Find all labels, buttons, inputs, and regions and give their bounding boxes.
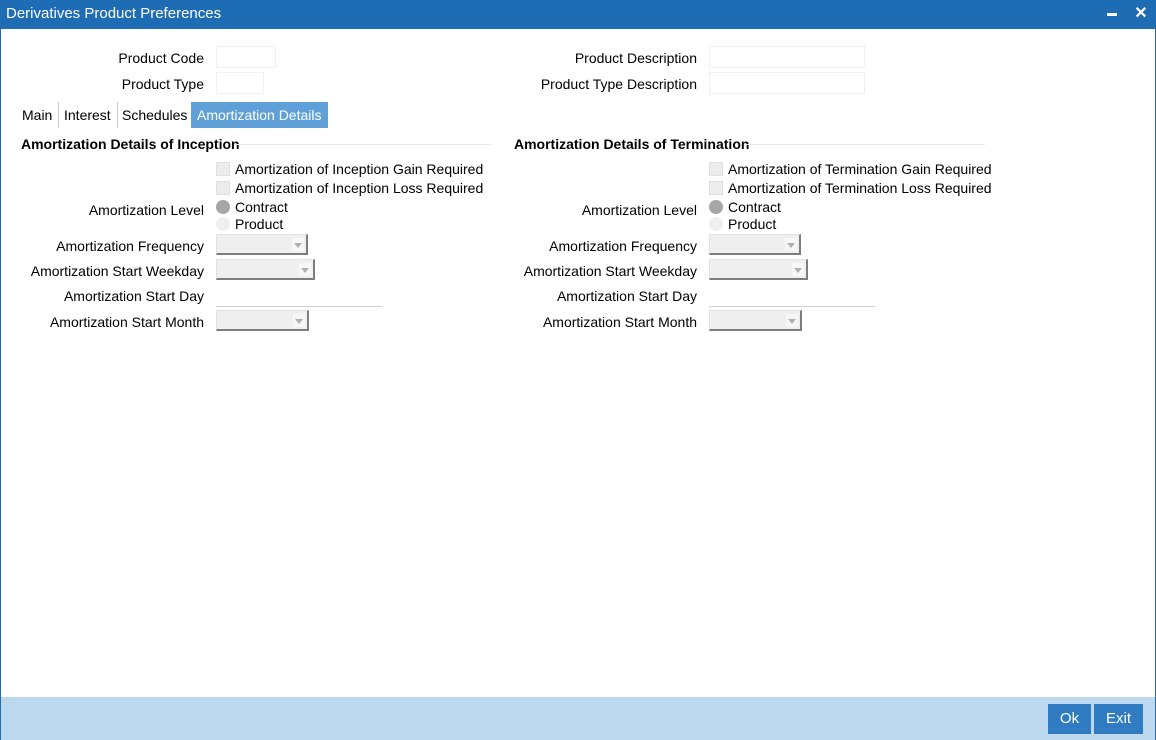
product-description-field[interactable] bbox=[709, 46, 865, 68]
product-type-description-label: Product Type Description bbox=[540, 76, 697, 92]
minimize-icon[interactable] bbox=[1102, 4, 1122, 24]
inception-start-month-label: Amortization Start Month bbox=[49, 314, 204, 330]
inception-start-weekday-select[interactable] bbox=[216, 259, 315, 280]
termination-frequency-label: Amortization Frequency bbox=[549, 238, 697, 254]
inception-frequency-label: Amortization Frequency bbox=[56, 238, 204, 254]
inception-start-month-select[interactable] bbox=[216, 310, 309, 331]
ok-button[interactable]: Ok bbox=[1048, 704, 1091, 734]
termination-gain-label: Amortization of Termination Gain Require… bbox=[728, 161, 992, 177]
inception-gain-label: Amortization of Inception Gain Required bbox=[235, 161, 484, 177]
close-icon[interactable]: ✕ bbox=[1131, 4, 1151, 24]
inception-frequency-select[interactable] bbox=[216, 234, 308, 255]
product-code-label: Product Code bbox=[118, 50, 204, 66]
termination-loss-label: Amortization of Termination Loss Require… bbox=[728, 180, 992, 196]
chevron-down-icon bbox=[292, 238, 304, 251]
product-description-label: Product Description bbox=[574, 50, 697, 66]
termination-level-contract-label: Contract bbox=[728, 199, 781, 215]
inception-level-contract-radio[interactable] bbox=[216, 200, 230, 214]
inception-section-title: Amortization Details of Inception bbox=[21, 136, 240, 152]
termination-start-day-label: Amortization Start Day bbox=[556, 288, 697, 304]
dialog-window: Derivatives Product Preferences ✕ Produc… bbox=[0, 0, 1156, 740]
inception-start-day-label: Amortization Start Day bbox=[63, 288, 204, 304]
termination-level-product-label: Product bbox=[728, 216, 777, 232]
termination-section-divider bbox=[745, 144, 985, 145]
window-title: Derivatives Product Preferences bbox=[6, 5, 222, 22]
termination-frequency-select[interactable] bbox=[709, 234, 801, 255]
termination-start-day-field[interactable] bbox=[709, 285, 875, 307]
inception-start-weekday-label: Amortization Start Weekday bbox=[30, 263, 204, 279]
inception-start-day-field[interactable] bbox=[216, 285, 382, 307]
inception-level-contract-label: Contract bbox=[235, 199, 288, 215]
footer-bar: Ok Exit bbox=[1, 697, 1155, 740]
tab-main[interactable]: Main bbox=[16, 102, 60, 128]
termination-section-title: Amortization Details of Termination bbox=[514, 136, 750, 152]
termination-loss-checkbox[interactable] bbox=[709, 181, 723, 195]
termination-start-weekday-label: Amortization Start Weekday bbox=[523, 263, 697, 279]
chevron-down-icon bbox=[299, 263, 311, 276]
product-code-field[interactable] bbox=[216, 46, 276, 68]
inception-section-divider bbox=[235, 144, 491, 145]
termination-start-month-label: Amortization Start Month bbox=[542, 314, 697, 330]
inception-loss-label: Amortization of Inception Loss Required bbox=[235, 180, 484, 196]
inception-level-product-label: Product bbox=[235, 216, 284, 232]
termination-gain-checkbox[interactable] bbox=[709, 162, 723, 176]
chevron-down-icon bbox=[786, 314, 798, 327]
chevron-down-icon bbox=[792, 263, 804, 276]
tab-interest[interactable]: Interest bbox=[58, 102, 118, 128]
inception-gain-checkbox[interactable] bbox=[216, 162, 230, 176]
product-type-field[interactable] bbox=[216, 72, 264, 94]
inception-level-product-radio[interactable] bbox=[216, 217, 230, 231]
inception-loss-checkbox[interactable] bbox=[216, 181, 230, 195]
termination-start-month-select[interactable] bbox=[709, 310, 802, 331]
product-type-label: Product Type bbox=[121, 76, 204, 92]
chevron-down-icon bbox=[785, 238, 797, 251]
title-bar[interactable]: Derivatives Product Preferences ✕ bbox=[1, 1, 1155, 29]
product-type-description-field[interactable] bbox=[709, 72, 865, 94]
termination-level-product-radio[interactable] bbox=[709, 217, 723, 231]
tab-schedules[interactable]: Schedules bbox=[116, 102, 193, 128]
chevron-down-icon bbox=[293, 314, 305, 327]
termination-level-label: Amortization Level bbox=[581, 202, 697, 218]
inception-level-label: Amortization Level bbox=[88, 202, 204, 218]
exit-button[interactable]: Exit bbox=[1094, 704, 1143, 734]
tab-amortization-details[interactable]: Amortization Details bbox=[191, 102, 328, 128]
termination-start-weekday-select[interactable] bbox=[709, 259, 808, 280]
termination-level-contract-radio[interactable] bbox=[709, 200, 723, 214]
